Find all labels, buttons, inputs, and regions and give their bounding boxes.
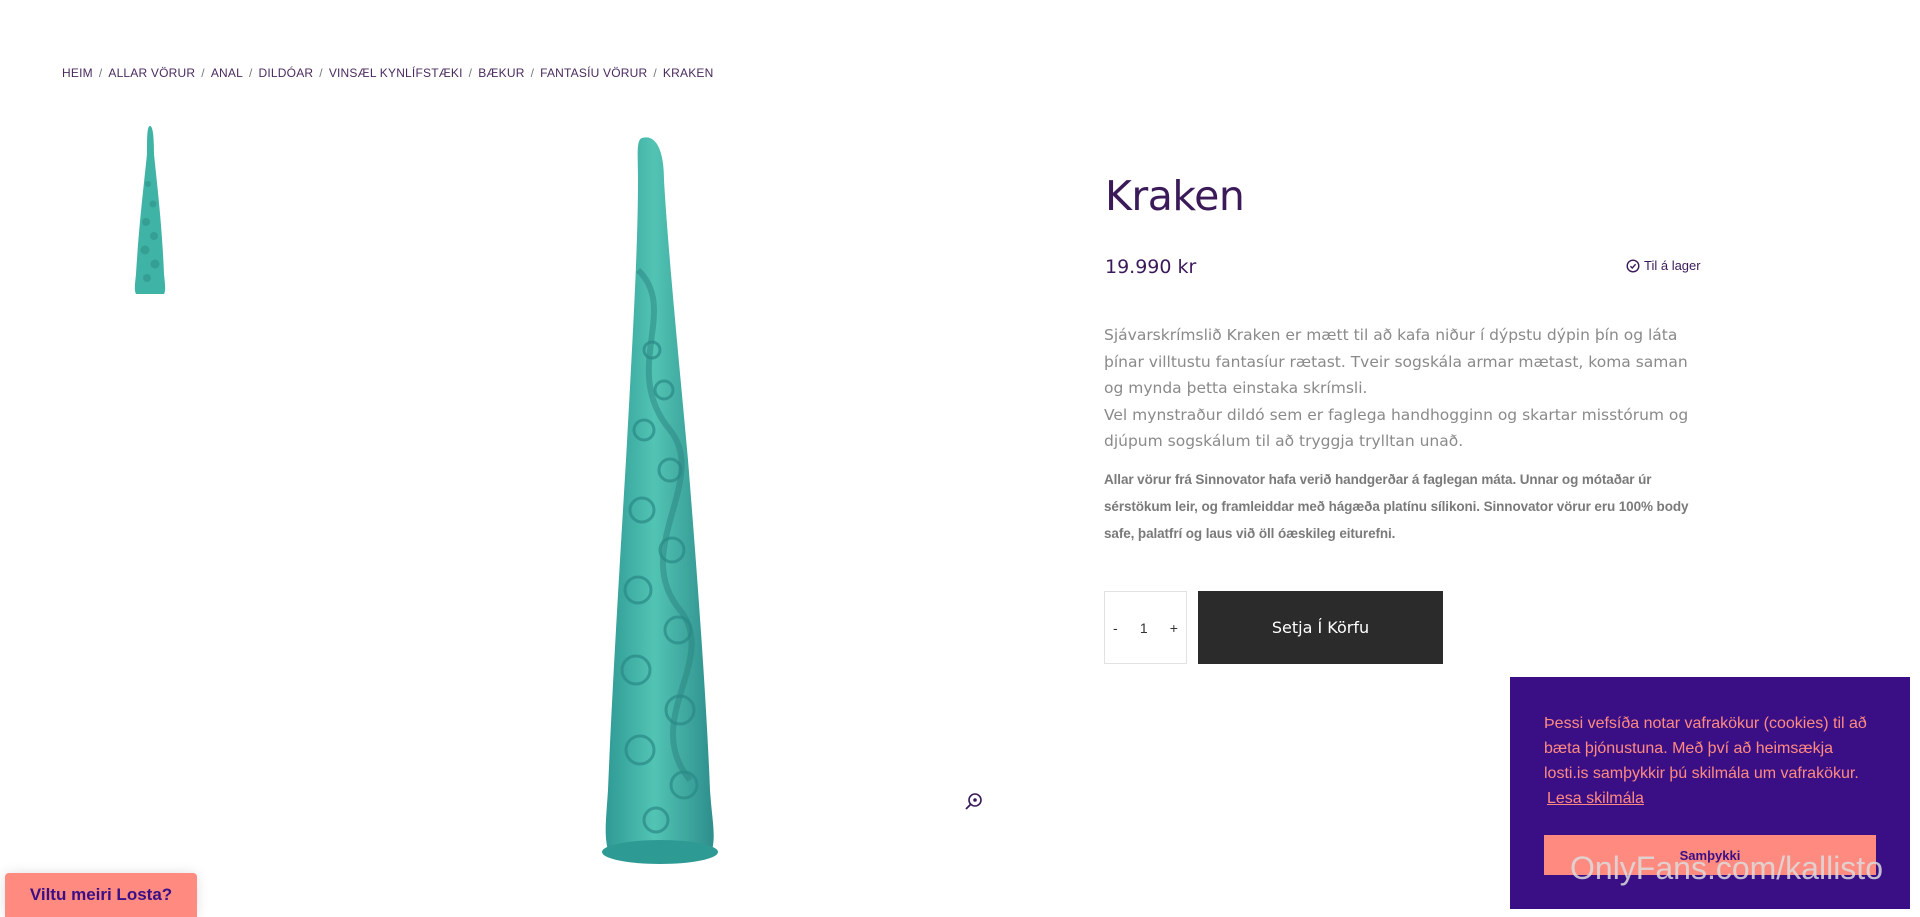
add-to-cart-button[interactable]: Setja Í Körfu — [1198, 591, 1443, 664]
check-circle-icon — [1626, 258, 1640, 273]
quantity-input[interactable]: 1 — [1132, 620, 1156, 636]
product-description: Sjávarskrímslið Kraken er mætt til að ka… — [1104, 322, 1694, 455]
product-thumbnail[interactable] — [126, 124, 174, 298]
quantity-stepper: - 1 + — [1104, 591, 1187, 664]
breadcrumb-separator: / — [653, 66, 657, 80]
manufacturer-note: Allar vörur frá Sinnovator hafa verið ha… — [1104, 472, 1689, 541]
stock-label: Til á lager — [1644, 258, 1701, 273]
product-main-image[interactable] — [560, 130, 760, 890]
breadcrumb-home[interactable]: HEIM — [62, 66, 93, 80]
breadcrumb-books[interactable]: BÆKUR — [478, 66, 524, 80]
breadcrumb-current[interactable]: KRAKEN — [663, 66, 714, 80]
promo-button[interactable]: Viltu meiri Losta? — [5, 873, 197, 917]
cookie-banner: Þessi vefsíða notar vafrakökur (cookies)… — [1510, 677, 1910, 909]
breadcrumb: HEIM / ALLAR VÖRUR / ANAL / DILDÓAR / VINSÆL KYN… — [62, 66, 713, 80]
quantity-decrease-button[interactable]: - — [1113, 620, 1118, 636]
stock-status: Til á lager — [1626, 258, 1701, 273]
description-paragraph: Sjávarskrímslið Kraken er mætt til að ka… — [1104, 326, 1688, 397]
breadcrumb-separator: / — [201, 66, 205, 80]
breadcrumb-popular[interactable]: VINSÆL KYNLÍFSTÆKI — [329, 66, 463, 80]
breadcrumb-separator: / — [319, 66, 323, 80]
breadcrumb-separator: / — [468, 66, 473, 80]
quantity-increase-button[interactable]: + — [1170, 620, 1178, 636]
breadcrumb-separator: / — [530, 66, 535, 80]
zoom-in-icon[interactable] — [964, 791, 984, 811]
cookie-policy-link[interactable]: Lesa skilmála — [1547, 790, 1644, 808]
breadcrumb-all-products[interactable]: ALLAR VÖRUR — [108, 66, 195, 80]
breadcrumb-anal[interactable]: ANAL — [211, 66, 243, 80]
product-title: Kraken — [1105, 172, 1245, 220]
breadcrumb-separator: / — [98, 66, 103, 80]
description-paragraph: Vel mynstraður dildó sem er faglega hand… — [1104, 405, 1689, 451]
cookie-accept-button[interactable]: Samþykki — [1544, 835, 1876, 875]
breadcrumb-fantasy[interactable]: FANTASÍU VÖRUR — [540, 66, 647, 80]
breadcrumb-dildos[interactable]: DILDÓAR — [259, 66, 314, 80]
product-price: 19.990 kr — [1105, 256, 1197, 278]
breadcrumb-separator: / — [248, 66, 253, 80]
cookie-text: Þessi vefsíða notar vafrakökur (cookies)… — [1544, 715, 1867, 782]
